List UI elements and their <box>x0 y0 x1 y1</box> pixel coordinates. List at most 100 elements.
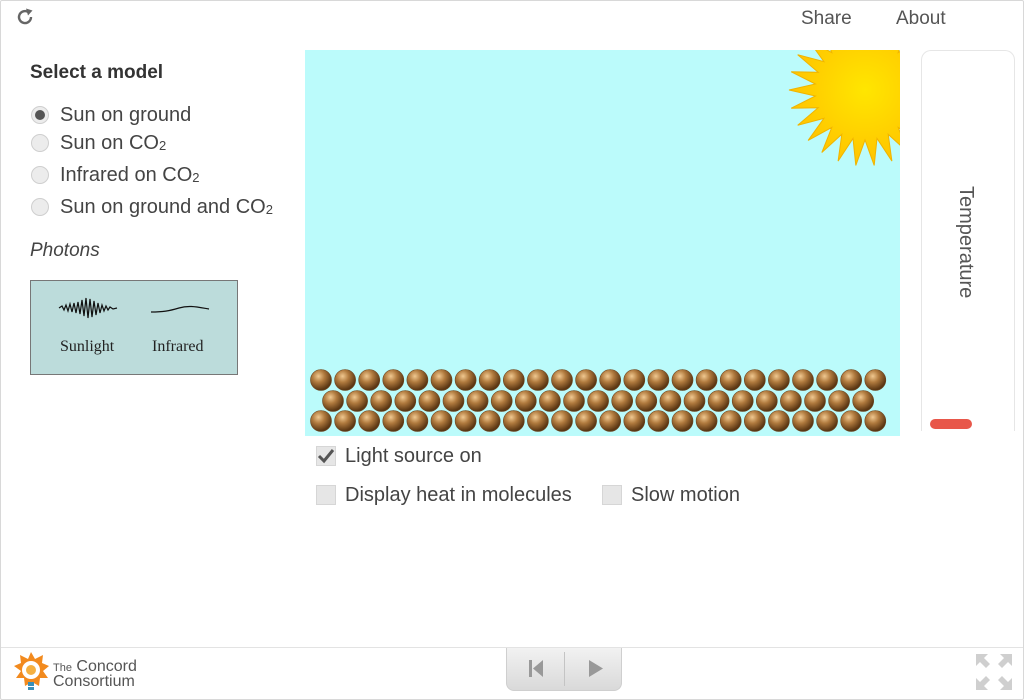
display-heat-checkbox[interactable] <box>316 485 336 505</box>
ground-molecule <box>346 390 368 412</box>
radio-label: Sun on CO2 <box>60 131 167 154</box>
fullscreen-icon[interactable] <box>974 652 1014 692</box>
radio-button[interactable] <box>31 106 49 124</box>
logo-line-2: Consortium <box>53 673 135 690</box>
ground-molecule <box>864 369 887 391</box>
playback-controls <box>506 648 622 691</box>
ground-molecule <box>768 369 790 391</box>
lightbulb-logo-icon <box>14 652 49 690</box>
ground-molecule <box>671 369 694 391</box>
ground-molecule <box>334 369 356 391</box>
ground-molecule <box>647 410 670 432</box>
ground-molecule <box>671 410 694 432</box>
ground-molecule <box>527 410 549 432</box>
radio-button[interactable] <box>31 166 49 184</box>
ground-molecule <box>816 369 838 391</box>
ground-molecule <box>430 369 453 391</box>
ground-molecule <box>840 410 863 432</box>
share-link[interactable]: Share <box>801 8 852 30</box>
ground-molecule <box>310 410 332 432</box>
ground-molecule <box>623 369 646 391</box>
ground-molecule <box>780 390 802 412</box>
about-link[interactable]: About <box>896 8 946 30</box>
ground-molecule <box>382 410 405 432</box>
infrared-label: Infrared <box>152 338 204 355</box>
reset-button[interactable] <box>507 648 564 690</box>
ground-molecule <box>394 390 417 412</box>
ground-molecule <box>454 369 477 391</box>
display-heat-label: Display heat in molecules <box>345 483 572 506</box>
ground-layer <box>310 369 887 432</box>
skip-to-start-icon <box>529 660 543 677</box>
ground-molecule <box>334 410 356 432</box>
ground-molecule <box>575 369 597 391</box>
ground-molecule <box>695 369 718 391</box>
ground-molecule <box>563 390 585 412</box>
radio-sun-on-co2[interactable]: Sun on CO2 <box>31 131 166 155</box>
slow-motion-toggle[interactable]: Slow motion <box>602 483 740 507</box>
ground-molecule <box>647 369 670 391</box>
ground-molecule <box>490 390 513 412</box>
ground-molecule <box>358 410 380 432</box>
ground-molecule <box>310 369 332 391</box>
temperature-panel: Temperature <box>921 50 1015 431</box>
ground-molecule <box>358 369 380 391</box>
light-source-checkbox[interactable] <box>316 446 336 466</box>
simulation-view[interactable] <box>305 50 900 436</box>
ground-molecule <box>768 410 790 432</box>
radio-label: Infrared on CO2 <box>60 163 200 186</box>
ground-molecule <box>575 410 597 432</box>
ground-molecule <box>816 410 838 432</box>
concord-logo[interactable]: The Concord Consortium <box>12 651 162 695</box>
ground-molecule <box>406 410 429 432</box>
ground-molecule <box>623 410 646 432</box>
sunlight-wave-icon <box>58 297 118 319</box>
ground-molecule <box>503 369 525 391</box>
ground-molecule <box>478 410 501 432</box>
ground-molecule <box>599 410 622 432</box>
ground-molecule <box>828 390 850 412</box>
ground-molecule <box>792 369 814 391</box>
ground-molecule <box>442 390 465 412</box>
slow-motion-checkbox[interactable] <box>602 485 622 505</box>
temperature-bar <box>930 419 972 429</box>
ground-molecule <box>527 369 549 391</box>
ground-molecule <box>382 369 405 391</box>
ground-molecule <box>430 410 453 432</box>
radio-infrared-on-co2[interactable]: Infrared on CO2 <box>31 163 200 187</box>
play-button[interactable] <box>565 648 622 690</box>
light-source-toggle[interactable]: Light source on <box>316 444 482 468</box>
ground-molecule <box>719 410 742 432</box>
ground-molecule <box>466 390 489 412</box>
play-icon <box>589 660 603 677</box>
ground-molecule <box>755 390 778 412</box>
light-source-label: Light source on <box>345 444 482 467</box>
radio-sun-on-ground[interactable]: Sun on ground <box>31 103 191 127</box>
ground-molecule <box>743 410 766 432</box>
reload-icon[interactable] <box>14 6 36 28</box>
select-model-heading: Select a model <box>30 62 164 83</box>
radio-button[interactable] <box>31 134 49 152</box>
ground-molecule <box>418 390 441 412</box>
ground-molecule <box>370 390 392 412</box>
radio-sun-on-ground-and-co2[interactable]: Sun on ground and CO2 <box>31 195 273 219</box>
ground-molecule <box>503 410 525 432</box>
ground-molecule <box>635 390 658 412</box>
ground-molecule <box>804 390 826 412</box>
photons-legend: Sunlight Infrared <box>30 280 238 375</box>
sunlight-label: Sunlight <box>60 338 115 355</box>
ground-molecule <box>792 410 814 432</box>
ground-molecule <box>599 369 622 391</box>
display-heat-toggle[interactable]: Display heat in molecules <box>316 483 572 507</box>
radio-button[interactable] <box>31 198 49 216</box>
ground-molecule <box>539 390 561 412</box>
ground-molecule <box>551 410 573 432</box>
ground-molecule <box>731 390 754 412</box>
ground-molecule <box>478 369 501 391</box>
ground-molecule <box>683 390 706 412</box>
ground-molecules <box>310 369 887 432</box>
photons-heading: Photons <box>30 240 100 261</box>
ground-molecule <box>852 390 875 412</box>
radio-label: Sun on ground <box>60 103 192 126</box>
ground-molecule <box>322 390 344 412</box>
